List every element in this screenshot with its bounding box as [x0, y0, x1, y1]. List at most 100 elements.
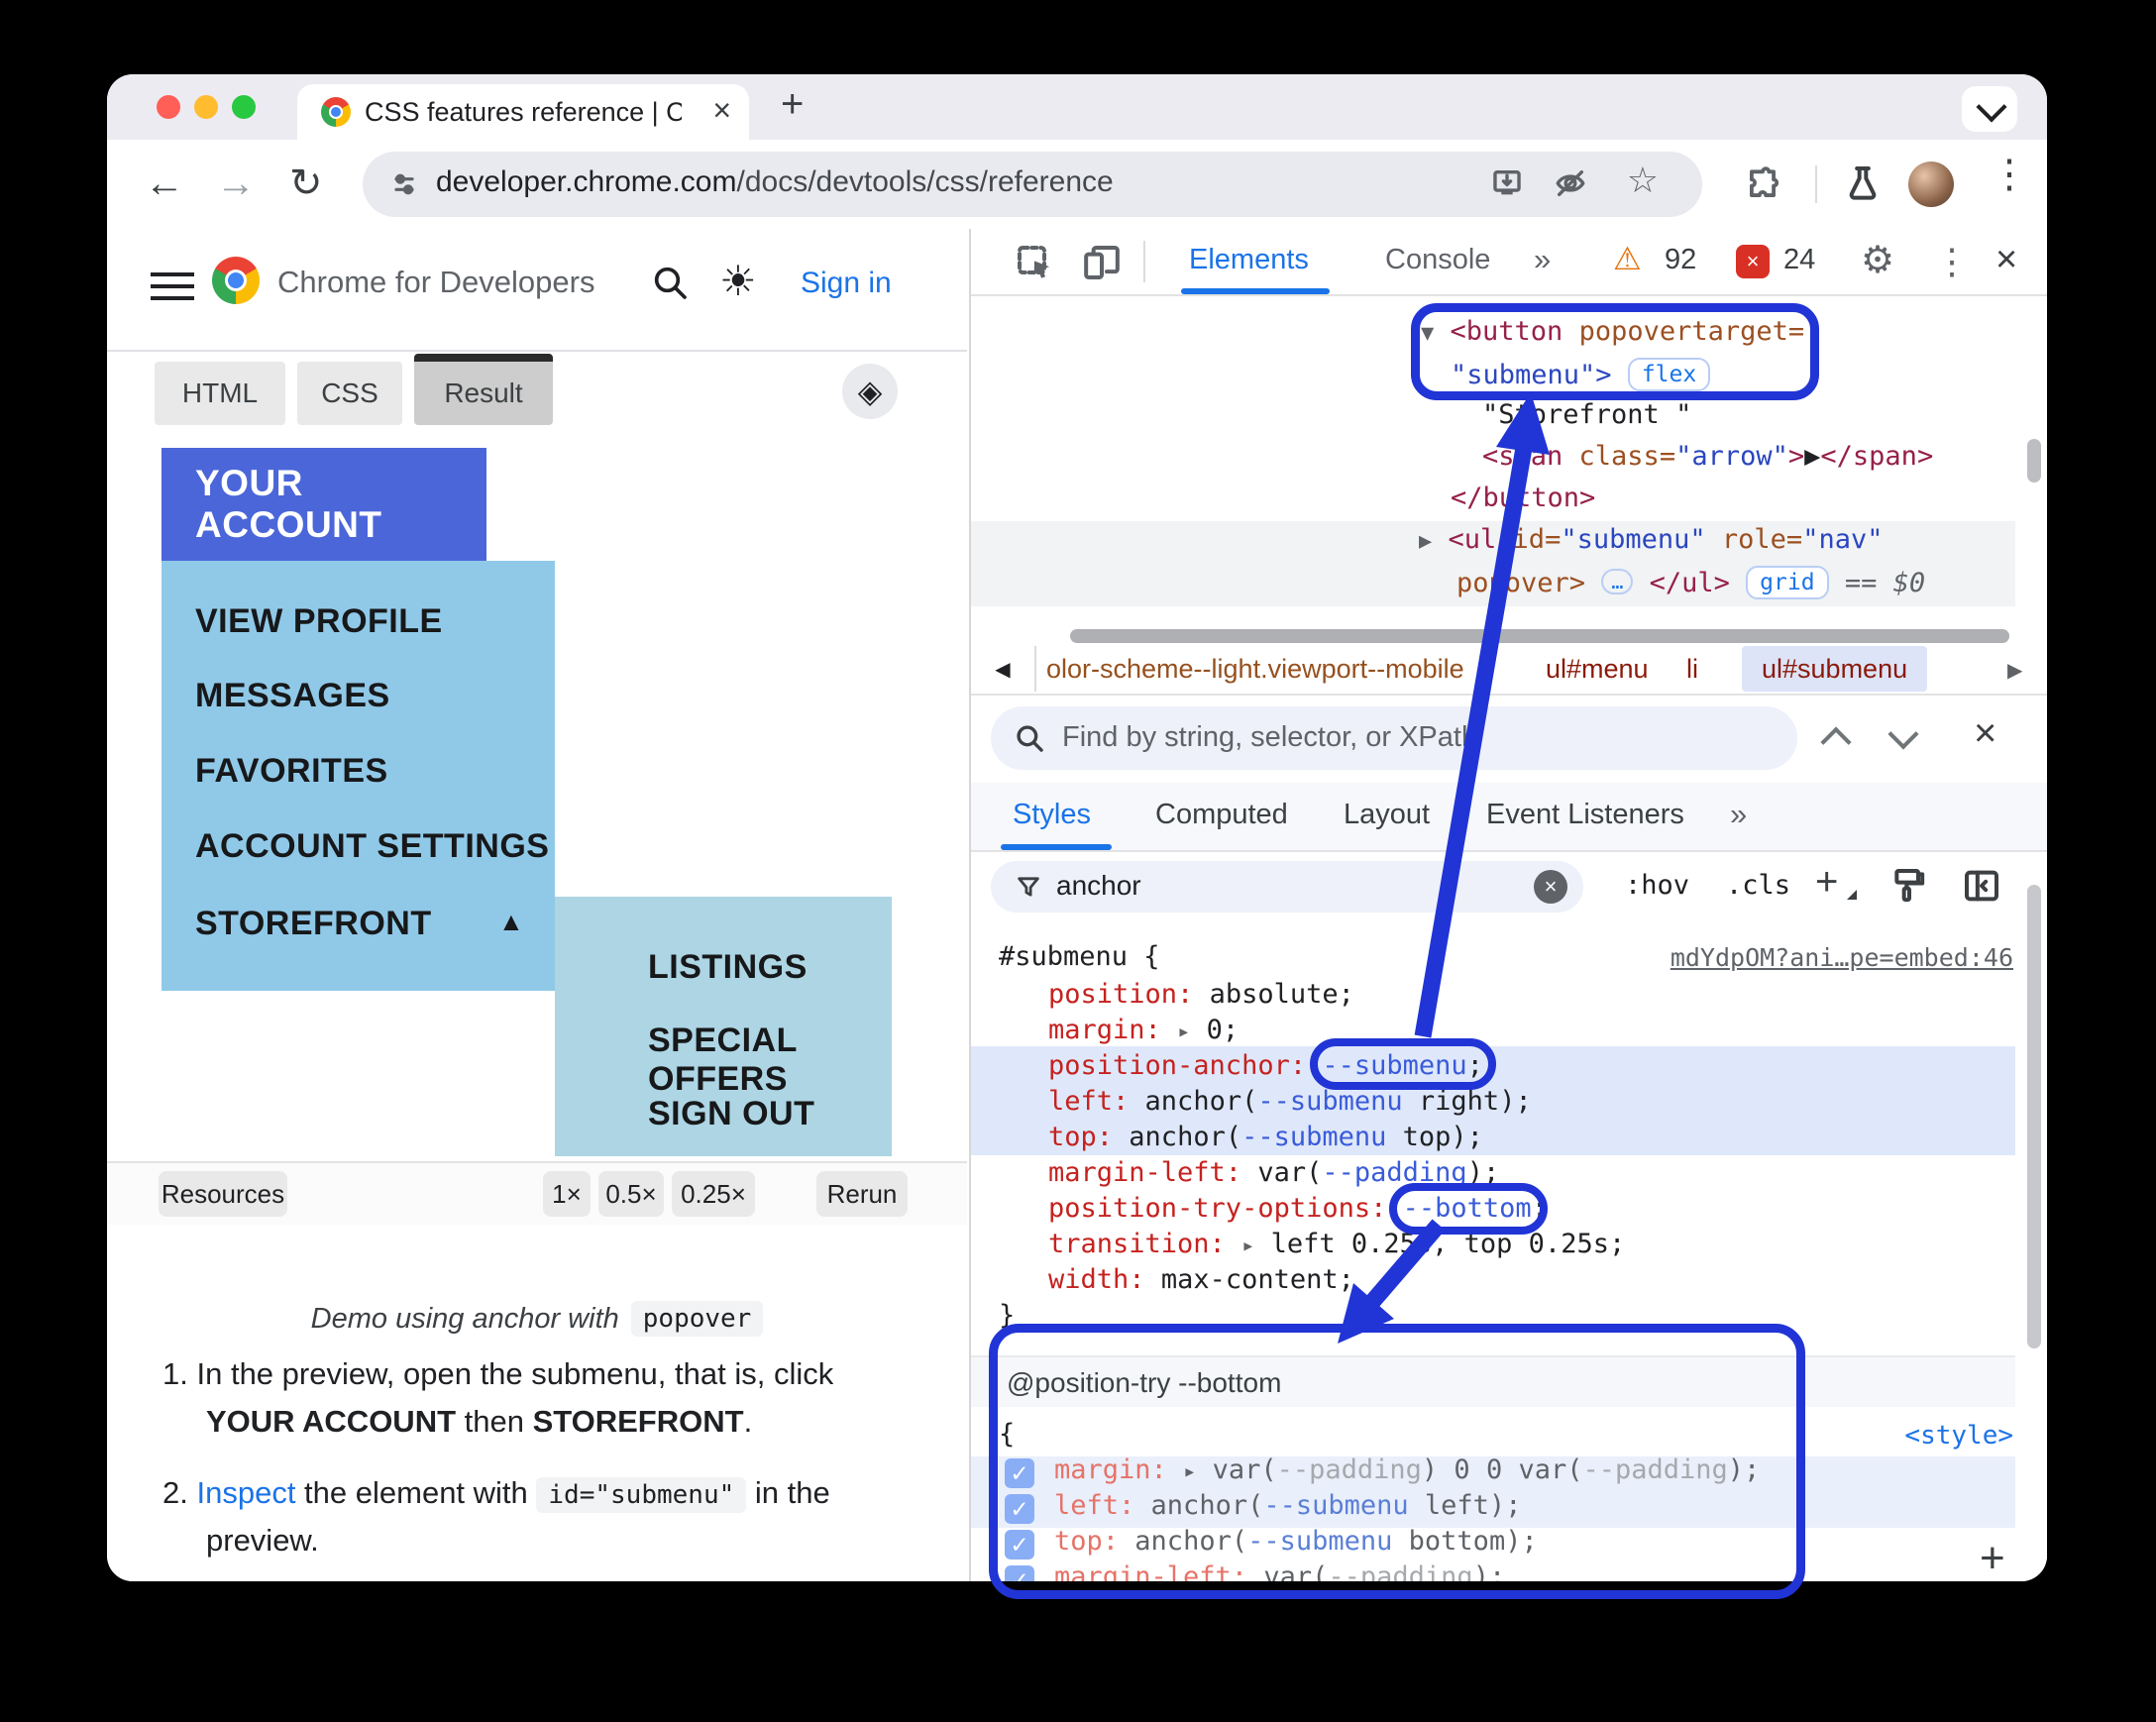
decl-position-try-options[interactable]: position-try-options: --bottom;	[1048, 1193, 1548, 1224]
maximize-window-button[interactable]	[232, 95, 256, 119]
menu-item-messages[interactable]: MESSAGES	[195, 677, 390, 715]
rule-selector[interactable]: #submenu {	[999, 941, 1160, 972]
back-button[interactable]: ←	[145, 154, 184, 213]
find-next-icon[interactable]	[1887, 718, 1919, 750]
flex-badge[interactable]: flex	[1627, 358, 1711, 391]
your-account-button[interactable]: YOUR ACCOUNT	[162, 448, 486, 561]
theme-toggle-sun-icon[interactable]: ☀	[719, 257, 757, 305]
breadcrumb-item-li[interactable]: li	[1686, 654, 1698, 685]
styles-vertical-scrollbar[interactable]	[2027, 885, 2041, 1348]
resources-button[interactable]: Resources	[159, 1171, 287, 1217]
address-bar[interactable]: developer.chrome.com/docs/devtools/css/r…	[363, 152, 1702, 217]
browser-menu-dots-icon[interactable]: ⋮	[1990, 152, 2029, 197]
codepen-button[interactable]: ◈	[842, 364, 898, 419]
checkbox-left[interactable]: ✓	[1005, 1494, 1034, 1524]
breadcrumb-item-ul-menu[interactable]: ul#menu	[1546, 654, 1649, 685]
tab-result-active[interactable]: Result	[414, 354, 553, 425]
password-eye-off-icon[interactable]	[1554, 166, 1587, 200]
minimize-window-button[interactable]	[194, 95, 218, 119]
speed-1x-button[interactable]: 1×	[543, 1171, 591, 1217]
site-settings-icon[interactable]	[388, 168, 420, 200]
decl-transition[interactable]: transition: ▸ left 0.25s, top 0.25s;	[1048, 1229, 1625, 1259]
tab-styles[interactable]: Styles	[1013, 799, 1091, 831]
styles-filter-input[interactable]: anchor ×	[991, 861, 1583, 913]
tab-event-listeners[interactable]: Event Listeners	[1486, 799, 1684, 831]
error-icon[interactable]: ×	[1736, 245, 1770, 278]
style-tag-link[interactable]: <style>	[1904, 1421, 2013, 1451]
expand-children-icon[interactable]: …	[1601, 569, 1634, 594]
find-close-icon[interactable]: ×	[1974, 711, 1996, 756]
speed-05x-button[interactable]: 0.5×	[598, 1171, 664, 1217]
decl-position[interactable]: position: absolute;	[1048, 979, 1354, 1010]
error-count[interactable]: 24	[1783, 244, 1815, 276]
extensions-puzzle-icon[interactable]	[1744, 165, 1781, 203]
decl-margin-left[interactable]: margin-left: var(--padding);	[1048, 1157, 1499, 1188]
install-app-icon[interactable]	[1490, 166, 1524, 200]
try-decl-margin[interactable]: margin: ▸ var(--padding) 0 0 var(--paddi…	[1054, 1454, 1760, 1485]
checkbox-margin-left[interactable]: ✓	[1005, 1565, 1034, 1581]
element-state-brush-icon[interactable]	[1888, 866, 1928, 906]
sign-in-link[interactable]: Sign in	[801, 267, 892, 300]
devtools-menu-dots-icon[interactable]: ⋮	[1934, 241, 1970, 282]
tree-line-ul-open[interactable]: ▶ <ul id="submenu" role="nav"	[1419, 524, 1883, 555]
site-brand[interactable]: Chrome for Developers	[277, 265, 594, 300]
bookmark-star-icon[interactable]: ☆	[1627, 160, 1659, 201]
checkbox-top[interactable]: ✓	[1005, 1530, 1034, 1560]
filter-clear-icon[interactable]: ×	[1534, 870, 1567, 904]
submenu-item-listings[interactable]: LISTINGS	[648, 948, 808, 987]
warning-icon[interactable]: ⚠	[1613, 240, 1642, 277]
breadcrumb-left-arrow[interactable]: ◀	[971, 646, 1036, 692]
tab-close-icon[interactable]: ×	[712, 92, 731, 129]
forward-button[interactable]: →	[216, 154, 256, 213]
profile-avatar[interactable]	[1908, 161, 1954, 207]
tab-elements[interactable]: Elements	[1189, 244, 1309, 276]
tree-line-button-open[interactable]: ▼ <button popovertarget=	[1421, 316, 1804, 347]
new-style-rule-button[interactable]: +	[1815, 860, 1838, 905]
menu-item-favorites[interactable]: FAVORITES	[195, 752, 388, 791]
toggle-sidebar-icon[interactable]	[1962, 866, 2001, 906]
inspect-link[interactable]: Inspect	[196, 1475, 295, 1510]
devtools-settings-gear-icon[interactable]: ⚙	[1861, 238, 1894, 282]
decl-margin[interactable]: margin: ▸ 0;	[1048, 1015, 1239, 1045]
menu-item-storefront[interactable]: STOREFRONT	[195, 905, 432, 943]
browser-tab[interactable]: CSS features reference | Chr ×	[297, 84, 749, 140]
more-sidebar-tabs-icon[interactable]: »	[1730, 797, 1747, 832]
new-tab-button[interactable]: +	[781, 82, 804, 127]
chrome-labs-flask-icon[interactable]	[1843, 163, 1883, 203]
tab-layout[interactable]: Layout	[1344, 799, 1430, 831]
decl-top[interactable]: top: anchor(--submenu top);	[1048, 1122, 1483, 1152]
decl-width[interactable]: width: max-content;	[1048, 1264, 1354, 1295]
toggle-hover-button[interactable]: :hov	[1625, 870, 1689, 901]
search-icon[interactable]	[650, 263, 690, 302]
more-panels-icon[interactable]: »	[1534, 242, 1551, 277]
decl-position-anchor[interactable]: position-anchor: --submenu;	[1048, 1050, 1483, 1081]
submenu-item-sign-out[interactable]: SIGN OUT	[648, 1095, 814, 1133]
device-toolbar-icon[interactable]	[1082, 243, 1122, 282]
try-decl-left[interactable]: left: anchor(--submenu left);	[1054, 1490, 1521, 1521]
tab-console[interactable]: Console	[1385, 244, 1490, 276]
find-input[interactable]: Find by string, selector, or XPath	[991, 706, 1797, 770]
hamburger-menu-icon[interactable]	[151, 272, 194, 300]
breadcrumb-right-arrow[interactable]: ▶	[2007, 658, 2022, 683]
tree-line-button-open-2[interactable]: "submenu"> flex	[1451, 358, 1711, 391]
chrome-developers-logo[interactable]	[212, 257, 260, 304]
tree-line-button-close[interactable]: </button>	[1451, 483, 1595, 513]
decl-left[interactable]: left: anchor(--submenu right);	[1048, 1086, 1532, 1117]
breadcrumb-item-truncated[interactable]: olor-scheme--light.viewport--mobile	[1046, 654, 1464, 685]
tab-html[interactable]: HTML	[155, 362, 285, 425]
try-decl-top[interactable]: top: anchor(--submenu bottom);	[1054, 1526, 1538, 1557]
devtools-close-icon[interactable]: ×	[1995, 239, 2017, 281]
elements-horizontal-scrollbar[interactable]	[1070, 629, 2009, 643]
checkbox-margin[interactable]: ✓	[1005, 1458, 1034, 1488]
elements-vertical-scrollbar[interactable]	[2027, 439, 2041, 483]
tab-computed[interactable]: Computed	[1155, 799, 1288, 831]
menu-item-view-profile[interactable]: VIEW PROFILE	[195, 602, 443, 641]
tree-line-ul-close[interactable]: popover> … </ul> grid == $0	[1456, 566, 1925, 599]
tree-line-span[interactable]: <span class="arrow">▶</span>	[1482, 441, 1933, 472]
try-decl-margin-left[interactable]: margin-left: var(--padding);	[1054, 1561, 1505, 1581]
grid-badge[interactable]: grid	[1746, 566, 1829, 599]
add-declaration-plus[interactable]: +	[1980, 1534, 2005, 1581]
tab-search-button[interactable]	[1962, 86, 2017, 132]
submenu-item-special-offers[interactable]: SPECIAL OFFERS	[648, 1022, 892, 1099]
tree-line-text[interactable]: "Storefront "	[1482, 399, 1691, 430]
